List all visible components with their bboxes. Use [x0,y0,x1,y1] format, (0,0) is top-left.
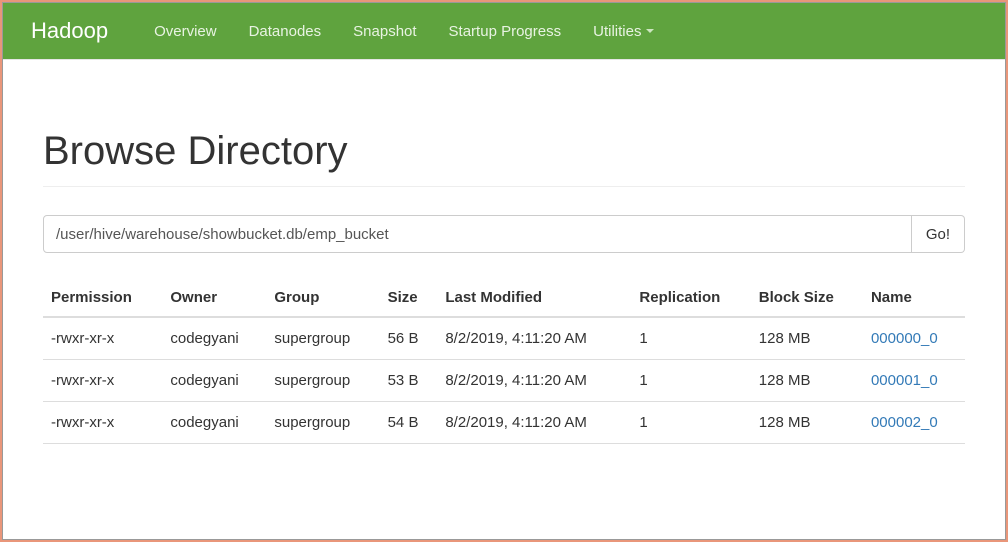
cell-modified: 8/2/2019, 4:11:20 AM [437,360,631,402]
cell-owner: codegyani [162,317,266,360]
col-block-size: Block Size [751,279,863,317]
cell-owner: codegyani [162,402,266,444]
table-row: -rwxr-xr-x codegyani supergroup 56 B 8/2… [43,317,965,360]
cell-group: supergroup [266,402,379,444]
cell-group: supergroup [266,317,379,360]
nav-snapshot[interactable]: Snapshot [337,3,432,59]
nav-utilities-label: Utilities [593,23,641,40]
path-input[interactable] [43,215,912,253]
file-link[interactable]: 000001_0 [871,372,938,389]
table-header-row: Permission Owner Group Size Last Modifie… [43,279,965,317]
cell-modified: 8/2/2019, 4:11:20 AM [437,317,631,360]
cell-size: 56 B [380,317,438,360]
brand[interactable]: Hadoop [31,18,108,44]
file-link[interactable]: 000000_0 [871,330,938,347]
cell-group: supergroup [266,360,379,402]
cell-blocksize: 128 MB [751,360,863,402]
col-owner: Owner [162,279,266,317]
page-title: Browse Directory [43,129,965,187]
main-container: Browse Directory Go! Permission Owner Gr… [3,59,1005,444]
cell-size: 54 B [380,402,438,444]
file-link[interactable]: 000002_0 [871,414,938,431]
nav-utilities[interactable]: Utilities [577,3,670,59]
nav-overview[interactable]: Overview [138,3,233,59]
nav-startup-progress[interactable]: Startup Progress [433,3,578,59]
table-row: -rwxr-xr-x codegyani supergroup 53 B 8/2… [43,360,965,402]
table-row: -rwxr-xr-x codegyani supergroup 54 B 8/2… [43,402,965,444]
navbar: Hadoop Overview Datanodes Snapshot Start… [3,3,1005,59]
cell-permission: -rwxr-xr-x [43,402,162,444]
cell-blocksize: 128 MB [751,402,863,444]
col-permission: Permission [43,279,162,317]
cell-size: 53 B [380,360,438,402]
app-frame: Hadoop Overview Datanodes Snapshot Start… [2,2,1006,540]
go-button[interactable]: Go! [912,215,965,253]
cell-owner: codegyani [162,360,266,402]
file-table: Permission Owner Group Size Last Modifie… [43,279,965,444]
col-last-modified: Last Modified [437,279,631,317]
col-name: Name [863,279,965,317]
cell-modified: 8/2/2019, 4:11:20 AM [437,402,631,444]
cell-permission: -rwxr-xr-x [43,360,162,402]
cell-blocksize: 128 MB [751,317,863,360]
caret-down-icon [646,29,654,33]
nav-datanodes[interactable]: Datanodes [233,3,338,59]
col-group: Group [266,279,379,317]
col-replication: Replication [631,279,750,317]
cell-permission: -rwxr-xr-x [43,317,162,360]
table-body: -rwxr-xr-x codegyani supergroup 56 B 8/2… [43,317,965,444]
cell-replication: 1 [631,317,750,360]
path-input-group: Go! [43,215,965,253]
cell-replication: 1 [631,360,750,402]
col-size: Size [380,279,438,317]
cell-replication: 1 [631,402,750,444]
